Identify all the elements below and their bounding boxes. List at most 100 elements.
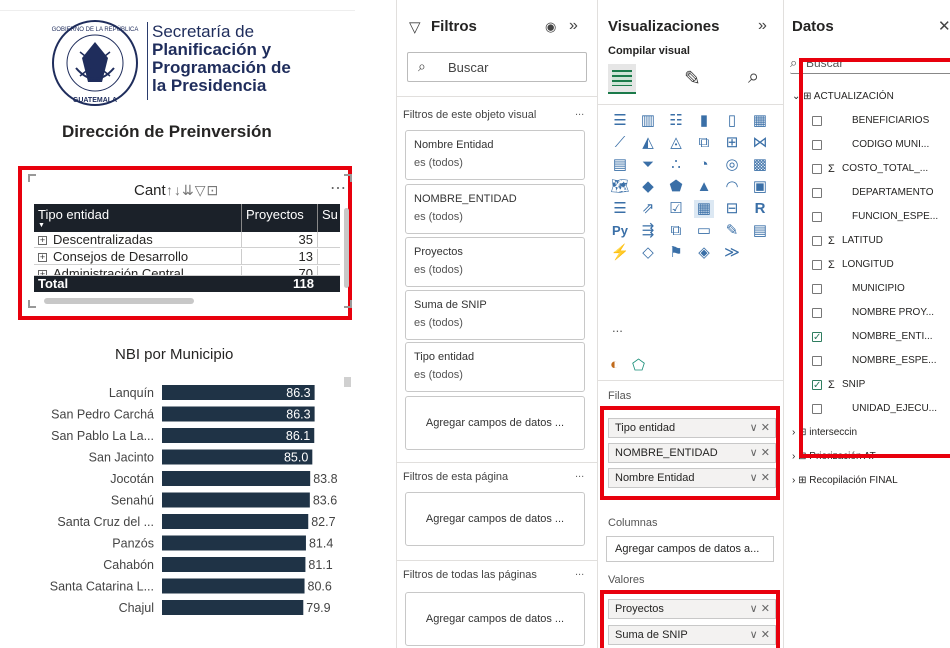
- sort-desc-icon[interactable]: ▼: [38, 222, 45, 229]
- funnel-visual-icon[interactable]: ⏷: [638, 156, 658, 174]
- area-visual-icon[interactable]: ◭: [638, 134, 658, 152]
- filters-search-input[interactable]: ⌕ Buscar: [407, 52, 587, 82]
- add-visual-filter-field[interactable]: Agregar campos de datos ...: [405, 396, 585, 450]
- pill-chevron-close-icon[interactable]: ∨ ✕: [750, 469, 770, 487]
- add-all-pages-filter-field[interactable]: Agregar campos de datos ...: [405, 592, 585, 646]
- chevrons-visual-icon[interactable]: ≫: [722, 244, 742, 262]
- diamond-ai-icon[interactable]: ⬠: [632, 356, 645, 374]
- bar[interactable]: [162, 557, 306, 572]
- filter-card-tipo-entidad[interactable]: Tipo entidad es (todos): [405, 342, 585, 392]
- analytics-icon[interactable]: ⌕: [748, 66, 759, 89]
- line-visual-icon[interactable]: ⟋: [610, 134, 630, 152]
- bar[interactable]: [162, 535, 306, 551]
- waterfall-visual-icon[interactable]: ▤: [610, 156, 630, 174]
- card-visual-icon[interactable]: ▣: [750, 178, 770, 196]
- drill-down-icon[interactable]: ↓: [174, 182, 182, 198]
- filter-icon[interactable]: ▽: [195, 182, 207, 198]
- expand-icon[interactable]: +: [38, 253, 47, 263]
- rows-well[interactable]: Tipo entidad ∨ ✕ NOMBRE_ENTIDAD ∨ ✕ Nombre…: [600, 406, 780, 500]
- matrix-horizontal-scrollbar[interactable]: [44, 298, 194, 304]
- eye-icon[interactable]: ◉: [545, 19, 556, 35]
- qa-visual-icon[interactable]: ▭: [694, 222, 714, 240]
- drill-up-icon[interactable]: ↑: [166, 182, 174, 198]
- r-visual-visual-icon[interactable]: R: [750, 200, 770, 218]
- field-pill-nombre-entidad-field[interactable]: NOMBRE_ENTIDAD ∨ ✕: [608, 443, 776, 463]
- field-pill-tipo-entidad[interactable]: Tipo entidad ∨ ✕: [608, 418, 776, 438]
- bar[interactable]: [162, 471, 311, 486]
- metrics-visual-icon[interactable]: ⚑: [666, 244, 686, 262]
- expand-all-icon[interactable]: ⇊: [182, 182, 195, 198]
- matrix-row[interactable]: + Consejos de Desarrollo 13: [34, 249, 340, 265]
- columns-drop-zone[interactable]: Agregar campos de datos a...: [606, 536, 774, 562]
- visual-header-toolbar[interactable]: ↑↓⇊▽⊡: [166, 182, 219, 199]
- expand-icon[interactable]: +: [38, 236, 47, 246]
- slicer-visual-icon[interactable]: ☑: [666, 200, 686, 218]
- scatter-visual-icon[interactable]: ∴: [666, 156, 686, 174]
- nbi-bar-chart[interactable]: Lanquín 86.3 San Pedro Carchá 86.3 San Pablo…: [0, 383, 360, 648]
- focus-mode-icon[interactable]: ⊡: [207, 182, 220, 198]
- matrix-row[interactable]: + Descentralizadas 35: [34, 232, 340, 248]
- multi-row-card-visual-icon[interactable]: ☰: [610, 200, 630, 218]
- paint-icon[interactable]: ◐: [610, 356, 619, 373]
- filter-card-nombre-entidad-field[interactable]: NOMBRE_ENTIDAD es (todos): [405, 184, 585, 234]
- clustered-bar-visual-icon[interactable]: ▥: [638, 112, 658, 130]
- matrix-visual[interactable]: Cant ↑↓⇊▽⊡ ⋯ Tipo entidad Proyectos Su ▼…: [18, 166, 352, 320]
- stacked-bar-visual-icon[interactable]: ☰: [610, 112, 630, 130]
- collapse-pane-icon[interactable]: »: [758, 17, 767, 35]
- matrix-visual-icon[interactable]: ⊟: [722, 200, 742, 218]
- table-node[interactable]: › ⊞ Recopilación FINAL: [792, 470, 898, 492]
- filter-card-nombre-entidad[interactable]: Nombre Entidad es (todos): [405, 130, 585, 180]
- table-visual-icon[interactable]: ▦: [694, 200, 714, 218]
- line-clustered-column-visual-icon[interactable]: ⧉: [694, 134, 714, 152]
- bar[interactable]: [162, 578, 305, 594]
- build-visual-tab[interactable]: [608, 64, 636, 94]
- resize-handle[interactable]: [344, 300, 352, 308]
- pie-visual-icon[interactable]: ◔: [694, 156, 714, 174]
- stacked-column-100-visual-icon[interactable]: ▦: [750, 112, 770, 130]
- key-influencers-visual-icon[interactable]: ⇶: [638, 222, 658, 240]
- map-visual-icon[interactable]: 🗺: [610, 178, 630, 196]
- column-header[interactable]: Su: [318, 204, 340, 232]
- field-pill-nombre-entidad[interactable]: Nombre Entidad ∨ ✕: [608, 468, 776, 488]
- values-well[interactable]: Proyectos ∨ ✕ Suma de SNIP ∨ ✕: [600, 590, 780, 648]
- bar[interactable]: [162, 600, 304, 615]
- bar[interactable]: [162, 492, 310, 508]
- matrix-vertical-scrollbar[interactable]: [344, 208, 349, 288]
- azure-map-visual-icon[interactable]: ▲: [694, 178, 714, 196]
- collapse-pane-icon[interactable]: »: [569, 17, 578, 35]
- pill-chevron-close-icon[interactable]: ∨ ✕: [750, 419, 770, 437]
- expand-icon[interactable]: +: [38, 270, 47, 275]
- power-automate-visual-icon[interactable]: ◇: [638, 244, 658, 262]
- stacked-column-visual-icon[interactable]: ▮: [694, 112, 714, 130]
- paginated-visual-icon[interactable]: ▤: [750, 222, 770, 240]
- shape-map-visual-icon[interactable]: ⬟: [666, 178, 686, 196]
- python-visual-visual-icon[interactable]: Py: [610, 222, 630, 240]
- add-page-filter-field[interactable]: Agregar campos de datos ...: [405, 492, 585, 546]
- diamond-visual-icon[interactable]: ◈: [694, 244, 714, 262]
- power-apps-visual-icon[interactable]: ⚡: [610, 244, 630, 262]
- pill-chevron-close-icon[interactable]: ∨ ✕: [750, 626, 770, 644]
- treemap-visual-icon[interactable]: ▩: [750, 156, 770, 174]
- filter-card-proyectos[interactable]: Proyectos es (todos): [405, 237, 585, 287]
- filter-card-suma-snip[interactable]: Suma de SNIP es (todos): [405, 290, 585, 340]
- field-pill-proyectos[interactable]: Proyectos ∨ ✕: [608, 599, 776, 619]
- ribbon-visual-icon[interactable]: ⋈: [750, 134, 770, 152]
- more-options-icon[interactable]: ⋯: [330, 178, 346, 198]
- field-pill-suma-snip[interactable]: Suma de SNIP ∨ ✕: [608, 625, 776, 645]
- gauge-visual-icon[interactable]: ◠: [722, 178, 742, 196]
- matrix-row[interactable]: + Administración Central 70: [34, 266, 340, 276]
- bar[interactable]: [162, 514, 309, 529]
- more-icon[interactable]: ...: [575, 106, 584, 118]
- donut-visual-icon[interactable]: ◎: [722, 156, 742, 174]
- decomposition-tree-visual-icon[interactable]: ⧉: [666, 222, 686, 240]
- close-icon[interactable]: ✕: [938, 17, 950, 35]
- resize-handle[interactable]: [28, 174, 36, 182]
- column-header[interactable]: Proyectos: [242, 204, 318, 232]
- more-visuals-icon[interactable]: ...: [612, 320, 623, 335]
- clustered-column-visual-icon[interactable]: ▯: [722, 112, 742, 130]
- format-visual-icon[interactable]: ✎: [684, 66, 701, 91]
- pill-chevron-close-icon[interactable]: ∨ ✕: [750, 444, 770, 462]
- column-header[interactable]: Tipo entidad: [34, 204, 242, 232]
- resize-handle[interactable]: [28, 300, 36, 308]
- stacked-area-visual-icon[interactable]: ◬: [666, 134, 686, 152]
